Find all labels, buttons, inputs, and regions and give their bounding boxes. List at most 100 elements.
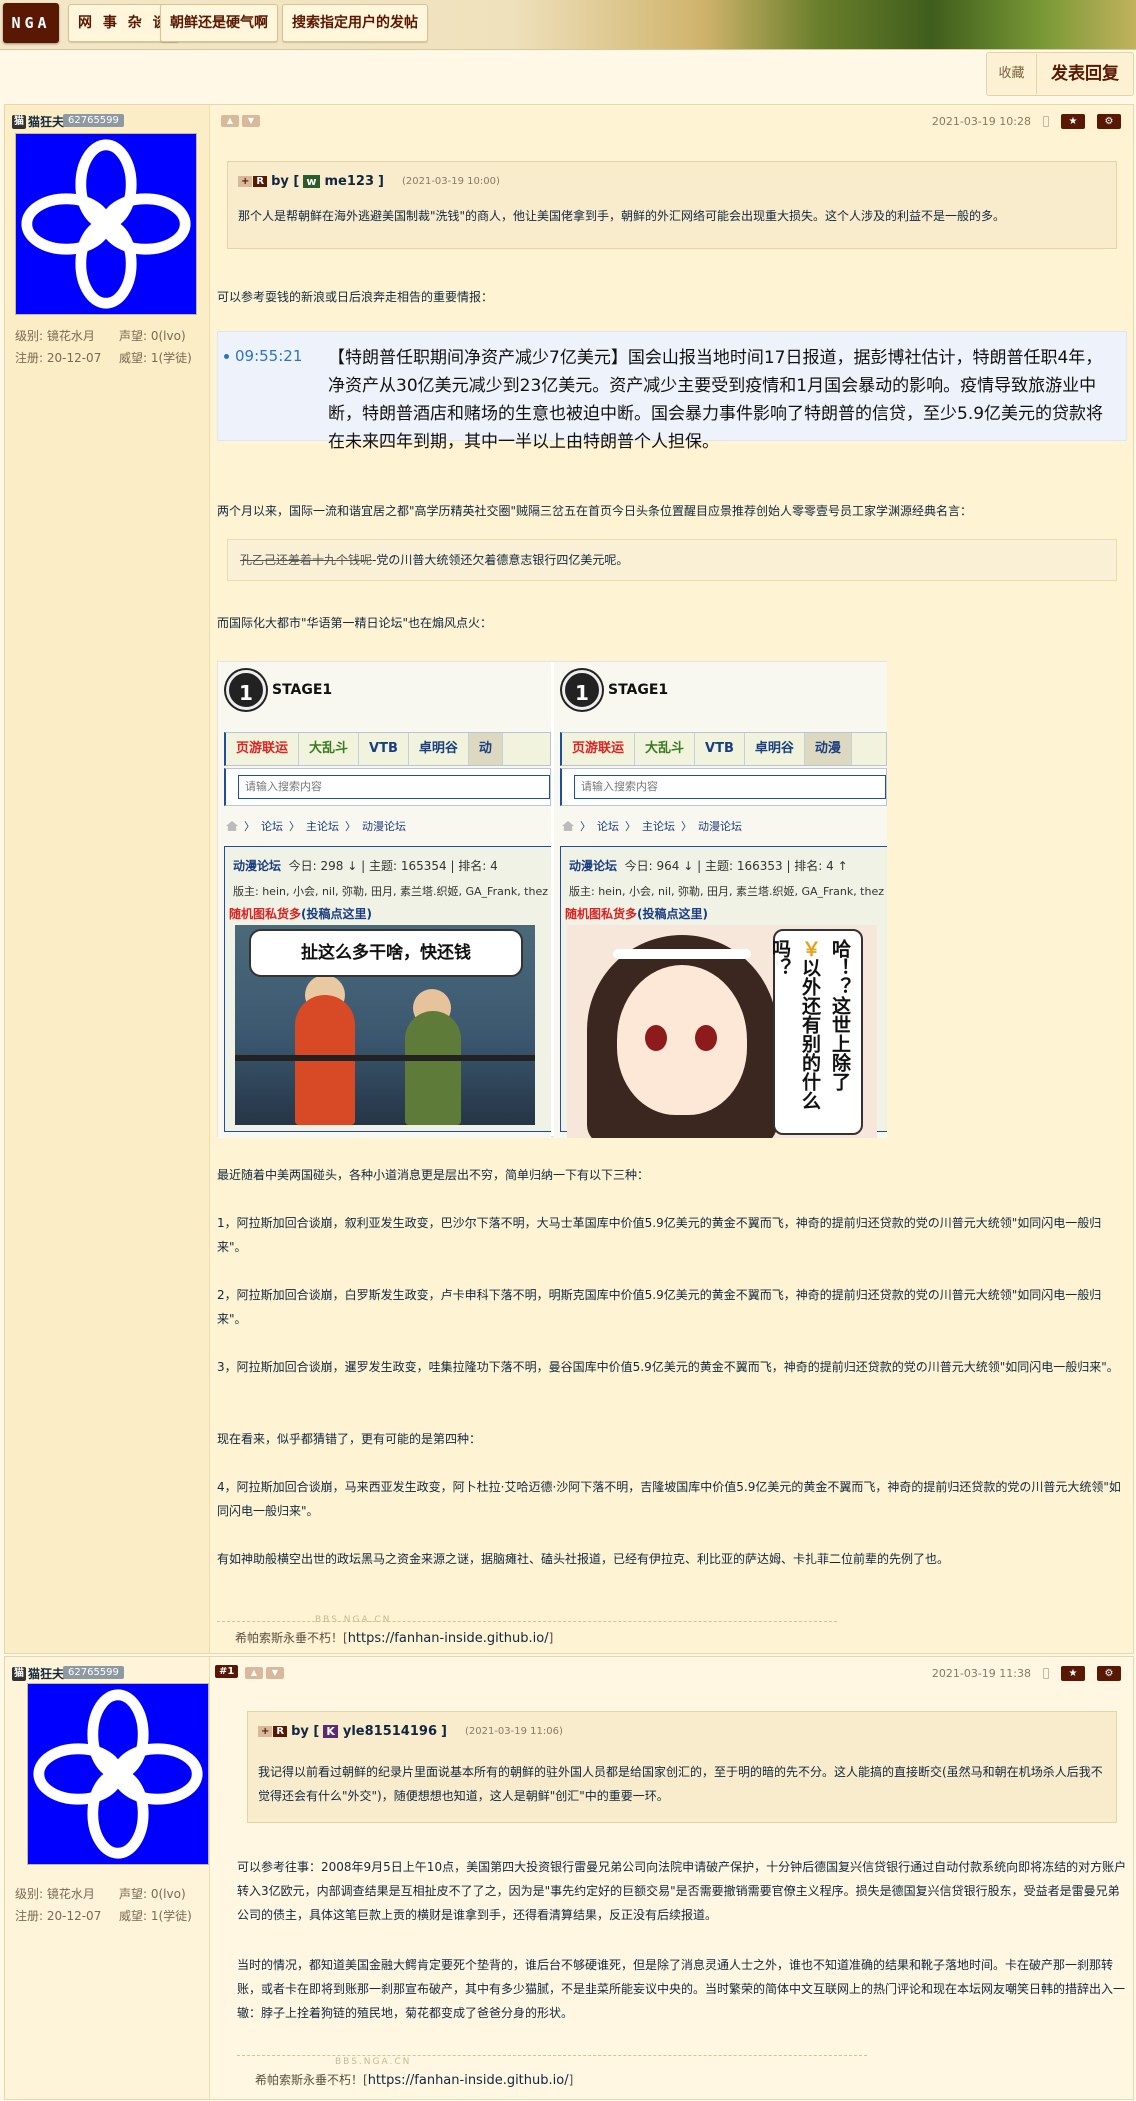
star-icon[interactable]: ★ (1061, 1666, 1085, 1681)
breadcrumb-thread[interactable]: 朝鲜还是硬气啊 (160, 4, 278, 42)
quote-header: + R by [ w me123] (2021-03-19 10:00) (238, 174, 500, 189)
meme-nav-item: VTB (359, 733, 409, 765)
meme-mods: 版主: hein, 小会, nil, 弥勒, 田月, 素兰塔.织姬, GA_Fr… (233, 885, 549, 898)
author-registered: 注册: 20-12-07 (15, 351, 102, 365)
thumb-up-icon[interactable]: ▲ (245, 1667, 263, 1679)
author-prestige: 威望: 1(学徒) (119, 351, 192, 365)
meme-search: 请输入搜索内容 (224, 768, 551, 806)
stage-disc-icon: 1 (226, 670, 266, 710)
quote-user[interactable]: yle81514196 (343, 1724, 437, 1739)
meme-nav-item: 动漫 (804, 733, 852, 765)
author-name[interactable]: 猫 猫狂夫 (12, 113, 64, 130)
reply-button[interactable]: 发表回复 (1037, 54, 1133, 94)
mobile-icon (1043, 1668, 1049, 1679)
post-meta: 2021-03-19 10:28 ★ ⚙ (932, 114, 1121, 129)
quote-tag-icon[interactable]: + R (258, 1726, 288, 1737)
home-icon (562, 821, 574, 831)
meme-breadcrumb: 〉论坛 〉主论坛 〉动漫论坛 (562, 818, 742, 834)
meme-navbar: 页游联运 大乱斗 VTB 卓明谷 动漫 (560, 732, 887, 766)
speech-bubble: 扯这么多干啥，快还钱 (249, 929, 523, 977)
star-icon[interactable]: ★ (1061, 114, 1085, 129)
signature-close: ] (568, 2073, 574, 2087)
thumb-down-icon[interactable]: ▼ (266, 1667, 284, 1679)
paragraph: 最近随着中美两国碰头，各种小道消息更是层出不穷，简单归纳一下有以下三种： (217, 1168, 650, 1182)
meme-search-placeholder: 请输入搜索内容 (238, 775, 550, 799)
meme-forum-name: 动漫论坛 (569, 859, 618, 873)
vote-buttons: ▲ ▼ (221, 115, 260, 127)
home-icon (226, 821, 238, 831)
post-body: #1 ▲ ▼ 2021-03-19 11:38 ★ ⚙ + R by [ Kyle… (215, 1657, 1127, 2099)
meme-nav-item: 动 (468, 733, 503, 765)
news-text: 【特朗普任职期间净资产减少7亿美元】国会山报当地时间17日报道，据彭博社估计，特… (328, 348, 1104, 452)
meme-forum-box: 动漫论坛 今日: 298 ↓ | 主题: 165354 | 排名: 4 版主: … (224, 846, 551, 1132)
quote-close: ] (441, 1724, 447, 1739)
paragraph: 1，阿拉斯加回合谈崩，叙利亚发生政变，巴沙尔下落不明，大马士革国库中价值5.9亿… (217, 1216, 1102, 1254)
author-registered: 注册: 20-12-07 (15, 1909, 102, 1923)
top-bar: NGA 网 事 杂 谈 朝鲜还是硬气啊 搜索指定用户的发帖 (0, 0, 1136, 50)
breadcrumb-user-search[interactable]: 搜索指定用户的发帖 (282, 4, 428, 42)
meme-sign-yen: ￥ (799, 939, 821, 958)
thread-actions: 收藏 发表回复 (986, 52, 1134, 96)
signature-link[interactable]: https://fanhan-inside.github.io/ (368, 2073, 569, 2088)
post-main: 猫 猫狂夫 62765599 级别: 镜花水月 声望: 0(lvo) 注册: 2… (4, 104, 1134, 1654)
meme-nav-item: 页游联运 (562, 733, 636, 765)
vote-buttons: ▲ ▼ (245, 1667, 284, 1679)
author-uid[interactable]: 62765599 (63, 1666, 124, 1679)
favorite-button[interactable]: 收藏 (987, 54, 1037, 94)
news-card: 09:55:21 【特朗普任职期间净资产减少7亿美元】国会山报当地时间17日报道… (217, 331, 1127, 452)
struck-text: 孔乙己还差着十九个钱呢 (240, 553, 373, 567)
quote-text: 那个人是帮朝鲜在海外逃避美国制裁"洗钱"的商人，他让美国佬拿到手，朝鲜的外汇网络… (238, 209, 1006, 223)
quote-user-badge: w (303, 175, 320, 188)
meme-bc-item: 动漫论坛 (362, 820, 406, 833)
author-name[interactable]: 猫 猫狂夫 (12, 1665, 64, 1682)
post-date: 2021-03-19 10:28 (931, 115, 1031, 128)
signature-link[interactable]: https://fanhan-inside.github.io/ (348, 1631, 549, 1646)
author-name-text: 猫狂夫 (28, 1667, 65, 1681)
meme-bc-item: 主论坛 (642, 820, 675, 833)
meme-sign-text-1: 哈！？这世上除了 (829, 939, 851, 1091)
signature-divider (237, 2055, 867, 2056)
meme-banner-blue: (投稿点这里) (301, 907, 372, 921)
meme-nav-item: 大乱斗 (299, 733, 360, 765)
quote-text: 我记得以前看过朝鲜的纪录片里面说基本所有的朝鲜的驻外国人员都是给国家创汇的，至于… (258, 1765, 1103, 1803)
signature-watermark: BBS.NGA.CN (315, 1615, 392, 1625)
post-meta: 2021-03-19 11:38 ★ ⚙ (932, 1666, 1121, 1681)
meme-sign: 哈！？这世上除了 ￥以外还有别的什么吗？ (769, 929, 863, 1135)
meme-navbar: 页游联运 大乱斗 VTB 卓明谷 动 (224, 732, 551, 766)
post-reply: 猫 猫狂夫 62765599 级别: 镜花水月 声望: 0(lvo) 注册: 2… (4, 1656, 1134, 2100)
meme-panel-left: 1 STAGE1 页游联运 大乱斗 VTB 卓明谷 动 请输入搜索内容 〉论坛 … (218, 662, 551, 1138)
quote-user[interactable]: me123 (325, 174, 375, 189)
gear-icon[interactable]: ⚙ (1097, 1666, 1121, 1681)
paragraph: 3，阿拉斯加回合谈崩，暹罗发生政变，哇集拉隆功下落不明，曼谷国库中价值5.9亿美… (217, 1360, 1119, 1374)
thumb-down-icon[interactable]: ▼ (242, 115, 260, 127)
paragraph: 4，阿拉斯加回合谈崩，马来西亚发生政变，阿卜杜拉·艾哈迈德·沙阿下落不明，吉隆坡… (217, 1480, 1121, 1518)
author-sidebar: 猫 猫狂夫 62765599 级别: 镜花水月 声望: 0(lvo) 注册: 2… (5, 105, 210, 1653)
meme-forum-box: 动漫论坛 今日: 964 ↓ | 主题: 166353 | 排名: 4 ↑ 版主… (560, 846, 887, 1138)
avatar[interactable] (27, 1683, 209, 1865)
avatar[interactable] (15, 133, 197, 315)
meme-nav-item: 页游联运 (226, 733, 300, 765)
gear-icon[interactable]: ⚙ (1097, 114, 1121, 129)
quote-tag-icon[interactable]: + R (238, 176, 268, 187)
signature-watermark: BBS.NGA.CN (335, 2057, 412, 2067)
meme-nav-item: VTB (695, 733, 745, 765)
quote-block: + R by [ w me123] (2021-03-19 10:00) 那个人是帮… (227, 161, 1117, 249)
paragraph: 可以参考耍钱的新浪或日后浪奔走相告的重要情报： (217, 290, 494, 304)
meme-image[interactable]: 1 STAGE1 页游联运 大乱斗 VTB 卓明谷 动 请输入搜索内容 〉论坛 … (217, 661, 887, 1138)
author-name-text: 猫狂夫 (28, 115, 65, 129)
meme-bc-item: 动漫论坛 (698, 820, 742, 833)
meme-scene-left: 扯这么多干啥，快还钱 (235, 925, 535, 1125)
author-badge: 猫 (12, 114, 26, 129)
author-stats: 级别: 镜花水月 声望: 0(lvo) 注册: 20-12-07 威望: 1(学… (15, 325, 205, 369)
author-reputation: 声望: 0(lvo) (119, 1887, 186, 1901)
meme-banner-red: 随机图私货多 (565, 907, 638, 921)
signature: BBS.NGA.CN 希帕索斯永垂不朽！[https://fanhan-insi… (255, 2057, 574, 2088)
author-prestige: 威望: 1(学徒) (119, 1909, 192, 1923)
meme-search-placeholder: 请输入搜索内容 (574, 775, 886, 799)
meme-panel-right: 1 STAGE1 页游联运 大乱斗 VTB 卓明谷 动漫 请输入搜索内容 〉论坛… (554, 662, 887, 1138)
floor-number[interactable]: #1 (215, 1665, 239, 1678)
site-logo[interactable]: NGA (3, 3, 59, 43)
author-uid[interactable]: 62765599 (63, 114, 124, 127)
meme-scene-right: 哈！？这世上除了 ￥以外还有别的什么吗？ (567, 925, 877, 1138)
thumb-up-icon[interactable]: ▲ (221, 115, 239, 127)
